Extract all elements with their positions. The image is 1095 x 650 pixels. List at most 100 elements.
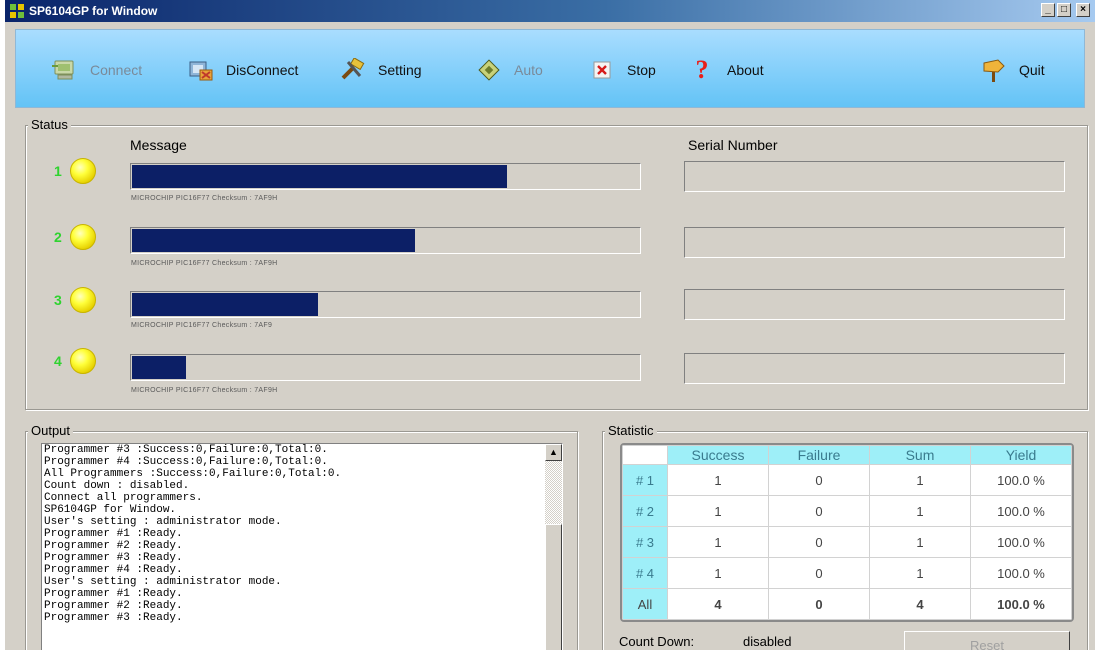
failure-cell: 0	[768, 588, 870, 620]
programmer-number: 2	[54, 229, 62, 245]
serial-number-field	[684, 353, 1065, 384]
progress-bar	[130, 354, 641, 381]
sum-cell: 1	[869, 495, 971, 527]
failure-cell: 0	[768, 526, 870, 558]
setting-button[interactable]: Setting	[340, 56, 422, 84]
serial-number-header: Serial Number	[688, 137, 778, 153]
output-legend: Output	[28, 423, 74, 438]
progress-fill	[132, 229, 416, 252]
yield-cell: 100.0 %	[970, 495, 1072, 527]
statistic-table: Success Failure Sum Yield # 1 1 0 1 100.…	[620, 443, 1074, 622]
row-header: # 1	[622, 464, 668, 496]
device-checksum-text: MICROCHIP PIC16F77 Checksum : 7AF9H	[131, 260, 278, 267]
window-title: SP6104GP for Window	[29, 4, 158, 18]
device-checksum-text: MICROCHIP PIC16F77 Checksum : 7AF9H	[131, 387, 278, 394]
output-line: User's setting : administrator mode.	[44, 516, 282, 528]
disconnect-button[interactable]: DisConnect	[188, 56, 298, 84]
message-header: Message	[130, 137, 187, 153]
programmer-number: 3	[54, 292, 62, 308]
app-icon	[10, 4, 24, 18]
column-header: Sum	[869, 445, 971, 465]
device-checksum-text: MICROCHIP PIC16F77 Checksum : 7AF9H	[131, 195, 278, 202]
status-led-icon	[70, 287, 96, 313]
quit-label: Quit	[1019, 62, 1045, 78]
about-label: About	[727, 62, 764, 78]
app-window: SP6104GP for Window _ □ × Connect DisCon…	[5, 0, 1095, 650]
output-line: Count down : disabled.	[44, 480, 190, 492]
progress-bar	[130, 163, 641, 190]
minimize-button[interactable]: _	[1041, 3, 1055, 17]
maximize-button[interactable]: □	[1057, 3, 1071, 17]
setting-label: Setting	[378, 62, 422, 78]
row-header: # 4	[622, 557, 668, 589]
failure-cell: 0	[768, 557, 870, 589]
statistic-legend: Statistic	[605, 423, 657, 438]
column-header: Yield	[970, 445, 1072, 465]
output-line: Programmer #4 :Ready.	[44, 564, 183, 576]
output-line: Programmer #3 :Ready.	[44, 612, 183, 624]
quit-button[interactable]: Quit	[981, 56, 1045, 84]
table-row: # 3 1 0 1 100.0 %	[622, 526, 1072, 558]
disconnect-label: DisConnect	[226, 62, 299, 78]
connect-button[interactable]: Connect	[52, 56, 142, 84]
success-cell: 4	[667, 588, 769, 620]
yield-cell: 100.0 %	[970, 464, 1072, 496]
close-button[interactable]: ×	[1076, 3, 1090, 17]
yield-cell: 100.0 %	[970, 526, 1072, 558]
progress-fill	[132, 293, 319, 316]
programmer-number: 4	[54, 353, 62, 369]
progress-fill	[132, 356, 186, 379]
stop-label: Stop	[627, 62, 656, 78]
success-cell: 1	[667, 557, 769, 589]
tools-icon	[340, 57, 366, 83]
column-header: Success	[667, 445, 769, 465]
stop-button[interactable]: Stop	[589, 56, 656, 84]
disconnect-icon	[188, 57, 214, 83]
output-line: All Programmers :Success:0,Failure:0,Tot…	[44, 468, 342, 480]
row-header: # 3	[622, 526, 668, 558]
output-line: Programmer #2 :Ready.	[44, 540, 183, 552]
status-led-icon	[70, 224, 96, 250]
table-row: # 1 1 0 1 100.0 %	[622, 464, 1072, 496]
scroll-up-arrow-icon[interactable]: ▲	[545, 444, 562, 461]
serial-number-field	[684, 289, 1065, 320]
count-down-label: Count Down:	[619, 634, 695, 649]
table-row: # 4 1 0 1 100.0 %	[622, 557, 1072, 589]
output-lines: Programmer #3 :Success:0,Failure:0,Total…	[44, 444, 544, 624]
status-led-icon	[70, 348, 96, 374]
scroll-thumb[interactable]	[545, 524, 562, 650]
computer-connect-icon	[52, 57, 78, 83]
row-header: # 2	[622, 495, 668, 527]
output-log[interactable]: Programmer #3 :Success:0,Failure:0,Total…	[41, 443, 563, 650]
yield-cell: 100.0 %	[970, 588, 1072, 620]
progress-bar	[130, 227, 641, 254]
programmer-number: 1	[54, 163, 62, 179]
sum-cell: 1	[869, 464, 971, 496]
sum-cell: 4	[869, 588, 971, 620]
output-line: Programmer #1 :Ready.	[44, 588, 183, 600]
output-line: SP6104GP for Window.	[44, 504, 177, 516]
table-row-all: All 4 0 4 100.0 %	[622, 588, 1072, 620]
toolbar: Connect DisConnect Setting Auto Stop ? A…	[15, 29, 1085, 108]
table-row: # 2 1 0 1 100.0 %	[622, 495, 1072, 527]
output-line: Programmer #1 :Ready.	[44, 528, 183, 540]
failure-cell: 0	[768, 495, 870, 527]
sum-cell: 1	[869, 557, 971, 589]
auto-button[interactable]: Auto	[476, 56, 543, 84]
output-line: Programmer #2 :Ready.	[44, 600, 183, 612]
output-line: Programmer #4 :Success:0,Failure:0,Total…	[44, 456, 328, 468]
reset-button[interactable]: Reset	[904, 631, 1070, 650]
serial-number-field	[684, 161, 1065, 192]
status-led-icon	[70, 158, 96, 184]
status-legend: Status	[28, 117, 71, 132]
success-cell: 1	[667, 495, 769, 527]
yield-cell: 100.0 %	[970, 557, 1072, 589]
output-scrollbar[interactable]: ▲	[545, 444, 562, 650]
success-cell: 1	[667, 464, 769, 496]
table-header-row: Success Failure Sum Yield	[622, 445, 1072, 465]
title-bar[interactable]: SP6104GP for Window _ □ ×	[5, 0, 1095, 22]
failure-cell: 0	[768, 464, 870, 496]
about-button[interactable]: ? About	[689, 55, 764, 84]
auto-label: Auto	[514, 62, 543, 78]
output-line: Programmer #3 :Ready.	[44, 552, 183, 564]
